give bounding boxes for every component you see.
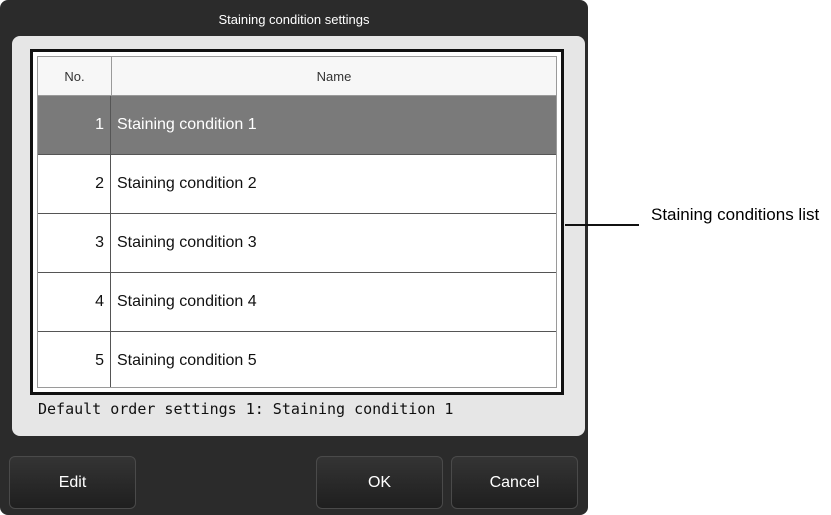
- row-number: 5: [38, 332, 111, 387]
- staining-conditions-list[interactable]: No. Name 1 Staining condition 1 2 Staini…: [37, 56, 557, 388]
- row-number: 1: [38, 96, 111, 154]
- row-name: Staining condition 3: [117, 234, 257, 251]
- dialog-title: Staining condition settings: [218, 12, 370, 27]
- edit-button[interactable]: Edit: [9, 456, 136, 509]
- list-row-5[interactable]: 5 Staining condition 5: [38, 332, 556, 387]
- staining-condition-settings-dialog: Staining condition settings No. Name 1 S…: [0, 0, 588, 515]
- ok-button[interactable]: OK: [316, 456, 443, 509]
- list-row-3[interactable]: 3 Staining condition 3: [38, 214, 556, 273]
- row-number: 4: [38, 273, 111, 331]
- list-row-4[interactable]: 4 Staining condition 4: [38, 273, 556, 332]
- row-name: Staining condition 2: [117, 175, 257, 192]
- row-number: 3: [38, 214, 111, 272]
- row-name: Staining condition 5: [117, 352, 257, 369]
- column-header-no: No.: [38, 57, 112, 95]
- list-row-2[interactable]: 2 Staining condition 2: [38, 155, 556, 214]
- callout-label: Staining conditions list: [651, 205, 820, 224]
- content-panel: No. Name 1 Staining condition 1 2 Staini…: [12, 36, 585, 436]
- column-header-name: Name: [316, 68, 352, 84]
- row-name: Staining condition 4: [117, 293, 257, 310]
- row-name: Staining condition 1: [117, 116, 257, 133]
- row-number: 2: [38, 155, 111, 213]
- callout-leader-line: [565, 224, 639, 226]
- cancel-button[interactable]: Cancel: [451, 456, 578, 509]
- default-order-status: Default order settings 1: Staining condi…: [38, 400, 454, 418]
- staining-conditions-list-highlight: No. Name 1 Staining condition 1 2 Staini…: [30, 49, 564, 395]
- list-header: No. Name: [38, 57, 556, 96]
- list-row-1[interactable]: 1 Staining condition 1: [38, 96, 556, 155]
